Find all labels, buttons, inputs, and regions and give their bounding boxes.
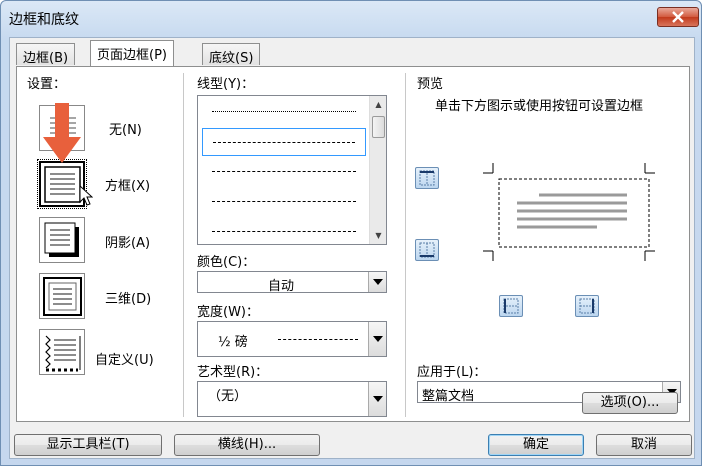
tab-page-border[interactable]: 页面边框(P) (90, 40, 174, 66)
width-select[interactable]: ½ 磅 (197, 321, 387, 357)
scroll-up-icon[interactable]: ▲ (370, 96, 386, 113)
cancel-button[interactable]: 取消 (596, 434, 692, 456)
scroll-thumb[interactable] (372, 116, 385, 138)
apply-to-value: 整篇文档 (422, 389, 475, 404)
mouse-cursor-icon (79, 185, 93, 206)
dialog-title: 边框和底纹 (9, 12, 79, 28)
right-border-button[interactable] (575, 295, 599, 317)
preview-label: 预览 (417, 77, 444, 92)
line-style-option[interactable] (202, 158, 366, 186)
close-icon (672, 11, 684, 23)
art-select[interactable]: （无） (197, 381, 387, 417)
title-bar[interactable]: 边框和底纹 (1, 1, 701, 37)
line-style-label: 线型(Y)： (197, 77, 255, 92)
chevron-down-icon (373, 336, 383, 342)
tab-borders[interactable]: 边框(B) (16, 43, 76, 66)
width-value: ½ 磅 (218, 335, 248, 350)
scroll-down-icon[interactable]: ▼ (370, 227, 386, 244)
art-value: （无） (208, 389, 248, 404)
setting-custom-option[interactable] (39, 329, 85, 375)
color-select[interactable]: 自动 (197, 271, 387, 294)
apply-to-label: 应用于(L)： (417, 365, 487, 380)
bottom-border-button[interactable] (415, 239, 439, 261)
setting-shadow-option[interactable] (39, 217, 85, 263)
annotation-arrow-icon (43, 103, 81, 163)
art-label: 艺术型(R)： (197, 365, 269, 380)
ok-button[interactable]: 确定 (488, 434, 584, 456)
line-style-scrollbar[interactable]: ▲ ▼ (369, 96, 386, 244)
color-value: 自动 (268, 279, 295, 294)
left-border-button[interactable] (499, 295, 523, 317)
show-toolbar-button[interactable]: 显示工具栏(T) (14, 434, 162, 456)
width-label: 宽度(W)： (197, 305, 259, 320)
right-border-icon (579, 298, 595, 314)
color-label: 颜色(C)： (197, 255, 256, 270)
preview-hint: 单击下方图示或使用按钮可设置边框 (435, 99, 644, 114)
line-style-option-selected[interactable] (202, 128, 366, 156)
close-button[interactable] (657, 7, 699, 27)
shadow-border-icon (44, 222, 79, 257)
width-dropdown-button[interactable] (368, 322, 386, 356)
setting-none-label: 无(N) (109, 123, 142, 138)
art-dropdown-button[interactable] (368, 382, 386, 416)
options-button[interactable]: 选项(O)... (582, 392, 678, 414)
bottom-border-icon (419, 242, 435, 258)
page-border-panel: 设置： 无(N) 方框(X) 阴影(A) 三维(D) 自定义(U) 线型(Y)：… (16, 66, 690, 422)
line-style-option[interactable] (202, 188, 366, 216)
tab-shading[interactable]: 底纹(S) (202, 43, 261, 66)
custom-border-icon (45, 335, 81, 372)
left-border-icon (503, 298, 519, 314)
chevron-down-icon (373, 279, 383, 285)
width-line-sample (278, 339, 358, 340)
line-style-option[interactable] (202, 218, 366, 244)
setting-3d-option[interactable] (39, 273, 85, 319)
setting-box-label: 方框(X) (105, 179, 151, 194)
right-divider (405, 73, 406, 417)
chevron-down-icon (373, 396, 383, 402)
left-divider (183, 73, 184, 417)
top-border-button[interactable] (415, 167, 439, 189)
setting-3d-label: 三维(D) (105, 292, 152, 307)
color-dropdown-button[interactable] (368, 272, 386, 292)
top-border-icon (419, 170, 435, 186)
dialog-body: 边框(B) 页面边框(P) 底纹(S) 设置： 无(N) 方框(X) 阴影(A)… (9, 37, 695, 459)
borders-and-shading-dialog: 边框和底纹 边框(B) 页面边框(P) 底纹(S) 设置： 无(N) 方框(X)… (0, 0, 702, 466)
preview-page[interactable] (469, 163, 669, 283)
setting-shadow-label: 阴影(A) (105, 236, 151, 251)
setting-custom-label: 自定义(U) (95, 353, 154, 368)
3d-border-icon (43, 277, 82, 316)
horizontal-line-button[interactable]: 横线(H)... (174, 434, 320, 456)
line-style-option[interactable] (202, 98, 366, 126)
line-style-list[interactable]: ▲ ▼ (197, 95, 387, 245)
settings-label: 设置： (27, 77, 67, 92)
